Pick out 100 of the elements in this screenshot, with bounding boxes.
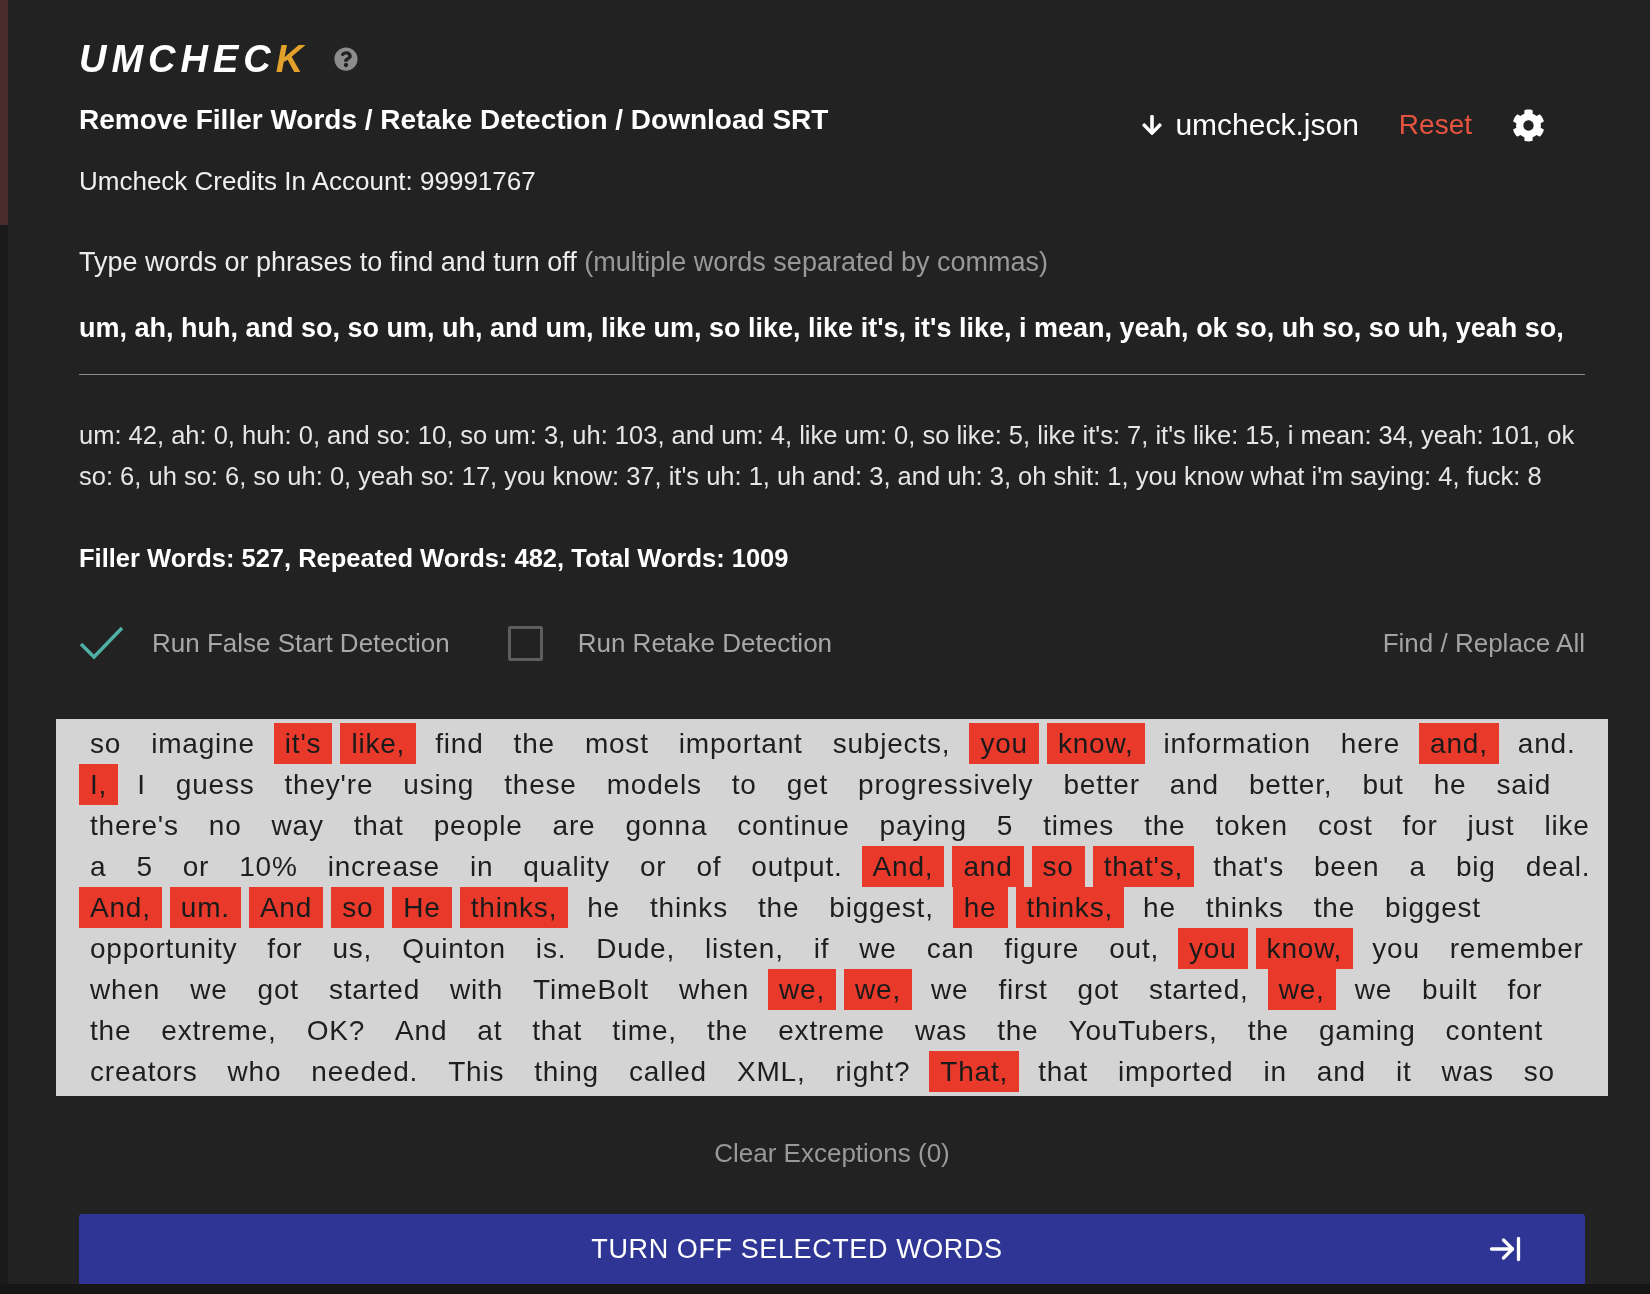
transcript-word[interactable]: we, [1267,969,1336,1010]
transcript-word[interactable]: token [1204,805,1299,846]
transcript-word[interactable]: people [422,805,534,846]
help-icon[interactable] [334,47,359,71]
transcript-word[interactable]: thinks, [459,887,569,928]
transcript-word[interactable]: a [79,846,118,887]
transcript-word[interactable]: And, [861,846,945,887]
transcript-word[interactable]: that [342,805,415,846]
transcript-word[interactable]: gaming [1307,1010,1427,1051]
transcript-word[interactable]: progressively [847,764,1045,805]
transcript-word[interactable]: thing [523,1051,610,1092]
transcript-word[interactable]: the [746,887,811,928]
transcript-word[interactable]: figure [993,928,1091,969]
transcript-word[interactable]: gonna [614,805,719,846]
transcript-word[interactable]: That, [929,1051,1020,1092]
transcript-word[interactable]: continue [726,805,861,846]
transcript-word[interactable]: models [595,764,713,805]
transcript-word[interactable]: so [331,887,385,928]
option-label[interactable]: Run False Start Detection [152,628,450,658]
transcript-word[interactable]: the [695,1010,760,1051]
transcript-word[interactable]: or [171,846,221,887]
transcript-word[interactable]: he [1132,887,1187,928]
transcript-word[interactable]: got [246,969,310,1010]
download-json-button[interactable]: umcheck.json [1142,107,1359,143]
transcript-word[interactable]: thinks, [1015,887,1125,928]
transcript-word[interactable]: like, [340,723,417,764]
transcript-word[interactable]: or [628,846,678,887]
transcript-word[interactable]: the [502,723,566,764]
transcript-word[interactable]: that's, [1092,846,1195,887]
transcript-word[interactable]: and, [1419,723,1499,764]
transcript-word[interactable]: 5 [985,805,1025,846]
transcript-word[interactable]: said [1485,764,1563,805]
transcript-word[interactable]: um. [169,887,241,928]
transcript-word[interactable]: it [1384,1051,1423,1092]
transcript-word[interactable]: in [458,846,505,887]
transcript-word[interactable]: so [79,723,133,764]
transcript-word[interactable]: the [1302,887,1367,928]
option-label[interactable]: Run Retake Detection [577,628,833,658]
transcript-word[interactable]: you [1178,928,1248,969]
transcript-word[interactable]: when [667,969,761,1010]
transcript-word[interactable]: and [1158,764,1230,805]
transcript-word[interactable]: big [1444,846,1507,887]
transcript-word[interactable]: so [1512,1051,1566,1092]
transcript-word[interactable]: times [1032,805,1126,846]
transcript-word[interactable]: like [1533,805,1601,846]
transcript-word[interactable]: was [1430,1051,1505,1092]
transcript-word[interactable]: Dude, [585,928,686,969]
transcript-word[interactable]: know, [1255,928,1354,969]
transcript-word[interactable]: is. [524,928,578,969]
transcript-word[interactable]: at [466,1010,514,1051]
transcript-word[interactable]: imagine [140,723,266,764]
transcript-word[interactable]: that's [1202,846,1295,887]
transcript-word[interactable]: started [317,969,432,1010]
transcript-word[interactable]: biggest [1374,887,1492,928]
transcript-word[interactable]: Quinton [391,928,517,969]
transcript-word[interactable]: built [1411,969,1489,1010]
transcript-word[interactable]: but [1351,764,1415,805]
transcript-word[interactable]: there's [79,805,190,846]
transcript-word[interactable]: and. [1506,723,1587,764]
transcript-word[interactable]: remember [1438,928,1595,969]
transcript-word[interactable]: we, [844,969,913,1010]
transcript-word[interactable]: TimeBolt [522,969,660,1010]
transcript-word[interactable]: guess [164,764,266,805]
transcript-word[interactable]: way [260,805,335,846]
transcript-word[interactable]: the [986,1010,1050,1051]
transcript-word[interactable]: for [1496,969,1554,1010]
transcript-word[interactable]: This [437,1051,516,1092]
transcript-word[interactable]: we [848,928,908,969]
transcript-word[interactable]: in [1252,1051,1298,1092]
transcript-word[interactable]: cost [1306,805,1384,846]
transcript-word[interactable]: first [987,969,1059,1010]
transcript-word[interactable]: for [256,928,314,969]
transcript-word[interactable]: listen, [694,928,795,969]
transcript-word[interactable]: we, [768,969,837,1010]
transcript-word[interactable]: output. [740,846,854,887]
filter-input[interactable]: um, ah, huh, and so, so um, uh, and um, like um, so like, like it's, it's like, i mean, yeah, ok so, uh so, so uh, yeah so, [79,304,1585,375]
transcript-word[interactable]: 5 [125,846,164,887]
checkmark-checkbox[interactable] [79,626,124,660]
transcript-word[interactable]: using [392,764,486,805]
transcript-word[interactable]: started, [1137,969,1260,1010]
transcript-word[interactable]: are [541,805,607,846]
transcript-word[interactable]: and [1305,1051,1377,1092]
transcript-word[interactable]: And [384,1010,459,1051]
transcript-word[interactable]: these [493,764,588,805]
transcript-word[interactable]: quality [512,846,621,887]
transcript-word[interactable]: YouTubers, [1057,1010,1229,1051]
transcript-word[interactable]: of [685,846,733,887]
transcript-word[interactable]: imported [1107,1051,1245,1092]
transcript-word[interactable]: who [216,1051,293,1092]
transcript-word[interactable]: got [1066,969,1130,1010]
transcript-word[interactable]: OK? [295,1010,377,1051]
transcript-word[interactable]: here [1329,723,1412,764]
settings-icon[interactable] [1512,108,1545,142]
transcript-word[interactable]: biggest, [818,887,945,928]
transcript-word[interactable]: us, [321,928,384,969]
transcript-word[interactable]: And [248,887,324,928]
transcript-word[interactable]: most [573,723,660,764]
transcript-word[interactable]: I [126,764,157,805]
transcript-word[interactable]: so [1031,846,1085,887]
transcript-word[interactable]: I, [79,764,119,805]
